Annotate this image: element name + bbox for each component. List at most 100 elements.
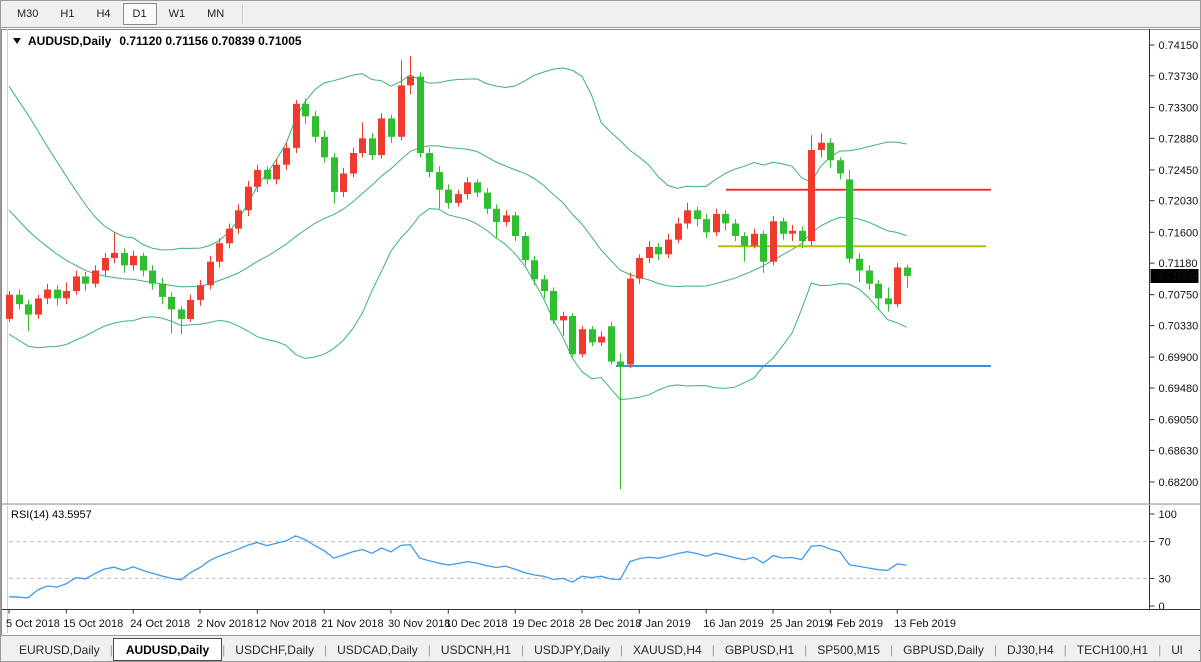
candle-body xyxy=(54,290,61,299)
symbol-tab-gbpusd-h1[interactable]: GBPUSD,H1 xyxy=(715,638,804,661)
timeframe-button-w1[interactable]: W1 xyxy=(159,3,196,25)
symbol-tab-xauusd-h4[interactable]: XAUUSD,H4 xyxy=(623,638,712,661)
rsi-tick-label: 30 xyxy=(1159,573,1171,585)
timeframe-button-d1[interactable]: D1 xyxy=(123,3,157,25)
candle-body xyxy=(541,279,548,291)
symbol-tab-sp500-m15[interactable]: SP500,M15 xyxy=(807,638,890,661)
candle-body xyxy=(722,214,729,224)
candle-body xyxy=(293,104,300,148)
candle-body xyxy=(837,160,844,173)
candle-body xyxy=(312,116,319,137)
price-tick-label: 0.71180 xyxy=(1159,258,1198,270)
date-tick-label: 12 Nov 2018 xyxy=(254,618,316,630)
candle-body xyxy=(388,118,395,136)
candle-body xyxy=(63,291,70,298)
candle-body xyxy=(866,271,873,284)
price-tick-label: 0.72030 xyxy=(1159,196,1199,208)
price-tick-label: 0.74150 xyxy=(1159,40,1199,52)
terminal-window: M30H1H4D1W1MN 0.741500.737300.733000.728… xyxy=(0,0,1201,662)
candle-body xyxy=(770,221,777,261)
candle-body xyxy=(808,150,815,241)
candle-body xyxy=(369,138,376,155)
symbol-tab-gbpusd-daily[interactable]: GBPUSD,Daily xyxy=(893,638,994,661)
rsi-tick-label: 0 xyxy=(1159,601,1165,613)
candle-body xyxy=(531,260,538,279)
price-tick-label: 0.71600 xyxy=(1159,227,1199,239)
candle-body xyxy=(417,77,424,153)
price-tick-label: 0.72450 xyxy=(1159,165,1199,177)
candle-body xyxy=(111,253,118,258)
candle-body xyxy=(426,153,433,172)
candle-body xyxy=(627,279,634,365)
symbol-tab-usdchf-daily[interactable]: USDCHF,Daily xyxy=(225,638,324,661)
date-tick-label: 19 Dec 2018 xyxy=(512,618,574,630)
candle-body xyxy=(149,271,156,284)
svg-text:0.71005: 0.71005 xyxy=(1157,271,1197,283)
candle-body xyxy=(550,291,557,320)
candle-body xyxy=(436,172,443,190)
date-tick-label: 15 Oct 2018 xyxy=(63,618,123,630)
candle-body xyxy=(455,194,462,203)
candle-body xyxy=(503,215,510,222)
date-tick-label: 7 Jan 2019 xyxy=(636,618,690,630)
candle-body xyxy=(321,137,328,158)
timeframe-toolbar: M30H1H4D1W1MN xyxy=(1,1,1201,28)
date-tick-label: 2 Nov 2018 xyxy=(197,618,253,630)
candle-body xyxy=(187,300,194,319)
price-tick-label: 0.69050 xyxy=(1159,415,1199,427)
candle-body xyxy=(245,187,252,211)
toolbar-separator xyxy=(242,4,244,24)
date-tick-label: 13 Feb 2019 xyxy=(894,618,956,630)
date-tick-label: 25 Jan 2019 xyxy=(770,618,831,630)
candle-body xyxy=(359,138,366,153)
date-tick-label: 10 Dec 2018 xyxy=(445,618,507,630)
candle-body xyxy=(6,295,13,319)
candle-body xyxy=(512,215,519,236)
candle-body xyxy=(178,309,185,319)
symbol-tab-dj30-h4[interactable]: DJ30,H4 xyxy=(997,638,1064,661)
candle-body xyxy=(904,268,911,276)
candle-body xyxy=(168,297,175,310)
candle-body xyxy=(235,210,242,228)
candle-body xyxy=(350,153,357,174)
symbol-tab-usdcad-daily[interactable]: USDCAD,Daily xyxy=(327,638,428,661)
candle-body xyxy=(608,326,615,361)
chart-canvas[interactable]: 0.741500.737300.733000.728800.724500.720… xyxy=(1,1,1201,662)
symbol-tab-ul[interactable]: Ul xyxy=(1161,638,1192,661)
candle-body xyxy=(684,210,691,223)
symbol-tab-tech100-h1[interactable]: TECH100,H1 xyxy=(1067,638,1158,661)
date-tick-label: 4 Feb 2019 xyxy=(827,618,883,630)
candle-body xyxy=(655,247,662,254)
timeframe-button-h4[interactable]: H4 xyxy=(86,3,120,25)
candle-body xyxy=(751,234,758,246)
tab-scroll-left-icon[interactable]: ◄ xyxy=(1193,642,1201,658)
candle-body xyxy=(703,219,710,232)
price-tick-label: 0.68200 xyxy=(1159,477,1199,489)
symbol-tab-usdjpy-daily[interactable]: USDJPY,Daily xyxy=(524,638,620,661)
candle-body xyxy=(799,231,806,241)
candle-body xyxy=(522,236,529,260)
candle-body xyxy=(741,236,748,246)
candle-body xyxy=(675,224,682,240)
symbol-tab-eurusd-daily[interactable]: EURUSD,Daily xyxy=(9,638,110,661)
price-tick-label: 0.69480 xyxy=(1159,383,1199,395)
timeframe-button-mn[interactable]: MN xyxy=(197,3,234,25)
candle-body xyxy=(130,256,137,265)
price-tick-label: 0.70330 xyxy=(1159,321,1199,333)
timeframe-button-h1[interactable]: H1 xyxy=(50,3,84,25)
candle-body xyxy=(216,243,223,261)
candle-body xyxy=(331,157,338,192)
candle-body xyxy=(264,170,271,180)
candle-body xyxy=(694,210,701,219)
symbol-tab-audusd-daily[interactable]: AUDUSD,Daily xyxy=(113,638,222,661)
timeframe-button-m30[interactable]: M30 xyxy=(7,3,48,25)
candle-body xyxy=(25,304,32,314)
candle-body xyxy=(254,170,261,187)
candle-body xyxy=(273,165,280,180)
candle-body xyxy=(856,259,863,271)
candle-body xyxy=(560,316,567,320)
price-tick-label: 0.73730 xyxy=(1159,71,1199,83)
candle-body xyxy=(283,148,290,165)
symbol-tab-usdcnh-h1[interactable]: USDCNH,H1 xyxy=(431,638,521,661)
price-tick-label: 0.70750 xyxy=(1159,290,1199,302)
